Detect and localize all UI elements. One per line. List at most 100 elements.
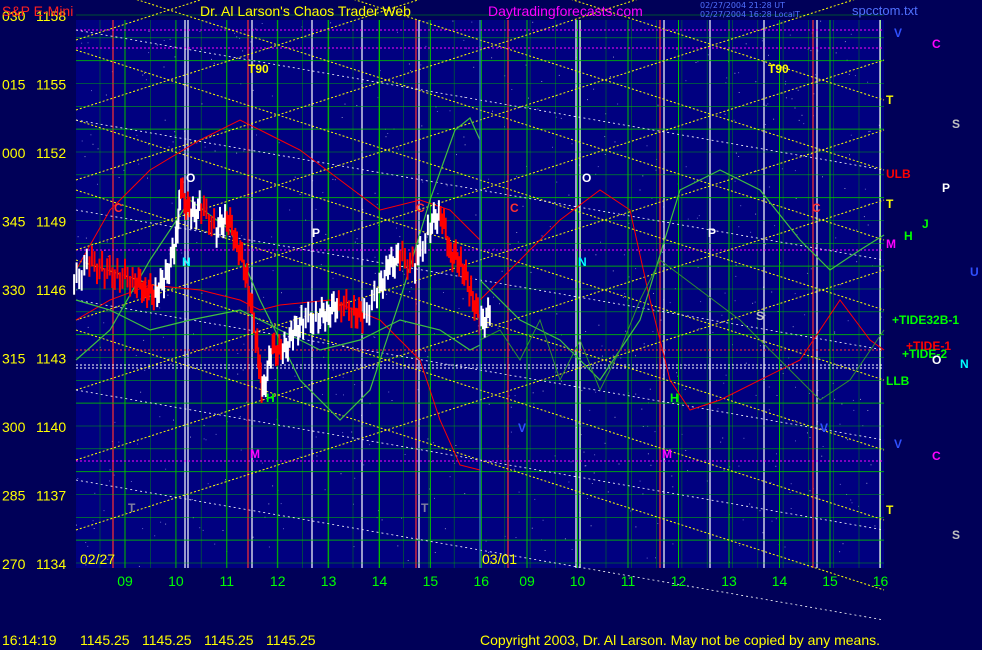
star	[268, 503, 270, 505]
star	[532, 21, 534, 23]
header-author: Dr. Al Larson's Chaos Trader Web	[200, 3, 411, 19]
star	[434, 497, 435, 499]
star	[723, 382, 725, 384]
star	[840, 284, 842, 286]
star	[170, 363, 172, 365]
star	[522, 205, 524, 207]
star	[433, 333, 435, 335]
star	[657, 104, 659, 106]
label-p: P	[708, 226, 716, 240]
y-tick-price: 1137	[36, 488, 66, 504]
star	[136, 443, 138, 445]
star	[598, 324, 600, 326]
label-p: P	[312, 226, 320, 240]
header-site[interactable]: Daytradingforecasts.com	[488, 3, 643, 19]
star	[530, 271, 532, 273]
star	[237, 353, 239, 354]
star	[853, 409, 855, 411]
star	[462, 298, 464, 300]
star	[181, 252, 183, 254]
star	[542, 519, 544, 521]
star	[791, 98, 793, 100]
legend-c: C	[932, 449, 941, 463]
star	[768, 54, 769, 56]
star	[587, 498, 588, 499]
star	[517, 241, 519, 243]
star	[671, 475, 673, 477]
legend-tide32b: +TIDE32B-1	[892, 313, 959, 327]
star	[437, 193, 439, 195]
star	[77, 478, 79, 479]
star	[684, 389, 686, 390]
star	[789, 34, 791, 36]
star	[794, 420, 796, 422]
star	[734, 180, 736, 182]
star	[821, 455, 823, 457]
label-t: T	[421, 501, 429, 515]
star	[570, 461, 572, 463]
star	[555, 116, 557, 118]
star	[87, 42, 89, 44]
star	[76, 524, 77, 526]
x-tick-label: 14	[772, 573, 788, 589]
star	[794, 170, 796, 172]
star	[299, 194, 301, 195]
star	[191, 499, 193, 500]
star	[123, 169, 125, 171]
star	[653, 293, 654, 294]
star	[790, 508, 792, 509]
star	[803, 123, 805, 125]
star	[434, 552, 436, 553]
star	[225, 479, 226, 481]
star	[531, 527, 533, 529]
legend-h: H	[904, 229, 913, 243]
y-tick-price: 1140	[36, 419, 66, 435]
star	[676, 372, 678, 374]
y-tick-angle: 000	[2, 145, 26, 161]
star	[446, 185, 448, 187]
star	[513, 468, 515, 470]
star	[556, 313, 558, 315]
star	[252, 536, 254, 538]
star	[604, 154, 606, 155]
star	[354, 384, 356, 386]
label-v: V	[518, 421, 526, 435]
star	[109, 480, 111, 482]
x-tick-label: 15	[423, 573, 439, 589]
star	[743, 437, 745, 439]
star	[374, 256, 376, 258]
star	[767, 103, 769, 105]
star	[78, 319, 80, 321]
star	[725, 374, 727, 376]
label-v: V	[820, 421, 828, 435]
star	[850, 134, 852, 136]
star	[391, 400, 393, 401]
star	[809, 490, 811, 492]
star	[509, 243, 511, 245]
star	[144, 369, 146, 371]
star	[138, 163, 140, 165]
star	[515, 537, 517, 538]
star	[85, 237, 87, 239]
star	[646, 557, 648, 559]
star	[201, 292, 203, 294]
star	[525, 64, 527, 66]
star	[252, 89, 254, 91]
star	[248, 266, 250, 268]
star	[724, 113, 726, 115]
star	[844, 41, 846, 43]
star	[583, 451, 585, 453]
star	[171, 202, 173, 204]
star	[867, 81, 869, 83]
star	[635, 393, 637, 395]
star	[617, 103, 619, 105]
star	[417, 389, 419, 391]
star	[725, 82, 727, 84]
star	[207, 483, 209, 485]
legend-v: V	[894, 26, 902, 40]
star	[541, 235, 543, 237]
star	[785, 97, 787, 99]
star	[635, 355, 636, 357]
star	[492, 110, 493, 112]
y-tick-price: 1146	[36, 282, 66, 298]
